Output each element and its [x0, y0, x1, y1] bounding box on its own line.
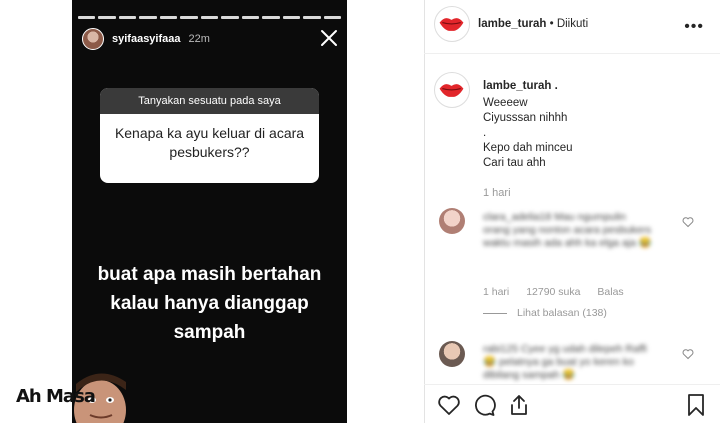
comment-icon[interactable] — [472, 393, 496, 417]
story-panel: syifaasyifaaa 22m Tanyakan sesuatu pada … — [72, 0, 347, 423]
comment-text: rabi125 Cyee yg udah dilepeh Raffi 😂 pel… — [483, 343, 647, 381]
heart-icon[interactable] — [682, 348, 694, 360]
reply-button[interactable]: Balas — [597, 286, 623, 298]
comment-avatar[interactable] — [439, 208, 465, 234]
share-icon[interactable] — [507, 393, 531, 417]
story-progress-bars — [78, 16, 342, 19]
question-text: Kenapa ka ayu keluar di acara pesbukers?… — [100, 114, 319, 162]
caption-username[interactable]: lambe_turah . — [483, 80, 558, 92]
story-header: syifaasyifaaa 22m — [82, 28, 210, 50]
lips-logo-icon — [439, 84, 464, 97]
heart-icon[interactable] — [682, 216, 694, 228]
post-avatar[interactable] — [434, 6, 470, 42]
more-options-icon[interactable]: ••• — [684, 18, 704, 36]
post-username[interactable]: lambe_turah — [478, 18, 546, 30]
story-body-line-2: kalau hanya dianggap — [110, 293, 309, 314]
caption-text: Weeeew Ciyusssan nihhh . Kepo dah minceu… — [483, 97, 573, 169]
comment-text: clara_adelia18 Mau ngumpulin orang yang … — [483, 211, 652, 249]
lips-logo-icon — [439, 18, 464, 31]
story-username[interactable]: syifaasyifaaa — [112, 33, 181, 45]
comment-meta: 1 hari 12790 suka Balas — [483, 286, 638, 298]
question-text-line-2: pesbukers?? — [169, 144, 250, 160]
view-replies-button[interactable]: Lihat balasan (138) — [483, 307, 607, 319]
caption-time: 1 hari — [483, 187, 511, 199]
story-body-text: buat apa masih bertahan kalau hanya dian… — [72, 260, 347, 347]
meme-caption: Ah Masa — [16, 386, 96, 407]
action-bar — [424, 384, 720, 423]
caption-avatar[interactable] — [434, 72, 470, 108]
comment-likes[interactable]: 12790 suka — [526, 286, 580, 298]
comment-time: 1 hari — [483, 286, 510, 298]
close-icon[interactable] — [319, 28, 339, 48]
story-body-line-1: buat apa masih bertahan — [97, 264, 322, 285]
story-time: 22m — [188, 33, 210, 45]
story-body-line-3: sampah — [173, 322, 246, 343]
replies-line — [483, 312, 507, 314]
question-sticker: Tanyakan sesuatu pada saya Kenapa ka ayu… — [100, 88, 319, 183]
like-heart-icon[interactable] — [437, 393, 461, 417]
story-avatar[interactable] — [82, 28, 104, 50]
post-header: lambe_turah • Diikuti ••• — [424, 0, 720, 54]
divider — [424, 0, 425, 423]
follow-status[interactable]: • Diikuti — [550, 18, 589, 30]
view-replies-label: Lihat balasan (138) — [517, 307, 607, 319]
question-prompt: Tanyakan sesuatu pada saya — [100, 88, 319, 114]
bookmark-icon[interactable] — [684, 393, 708, 417]
comment-avatar[interactable] — [439, 341, 465, 367]
question-text-line-1: Kenapa ka ayu keluar di acara — [114, 125, 305, 141]
post-header-user: lambe_turah • Diikuti — [478, 18, 588, 30]
